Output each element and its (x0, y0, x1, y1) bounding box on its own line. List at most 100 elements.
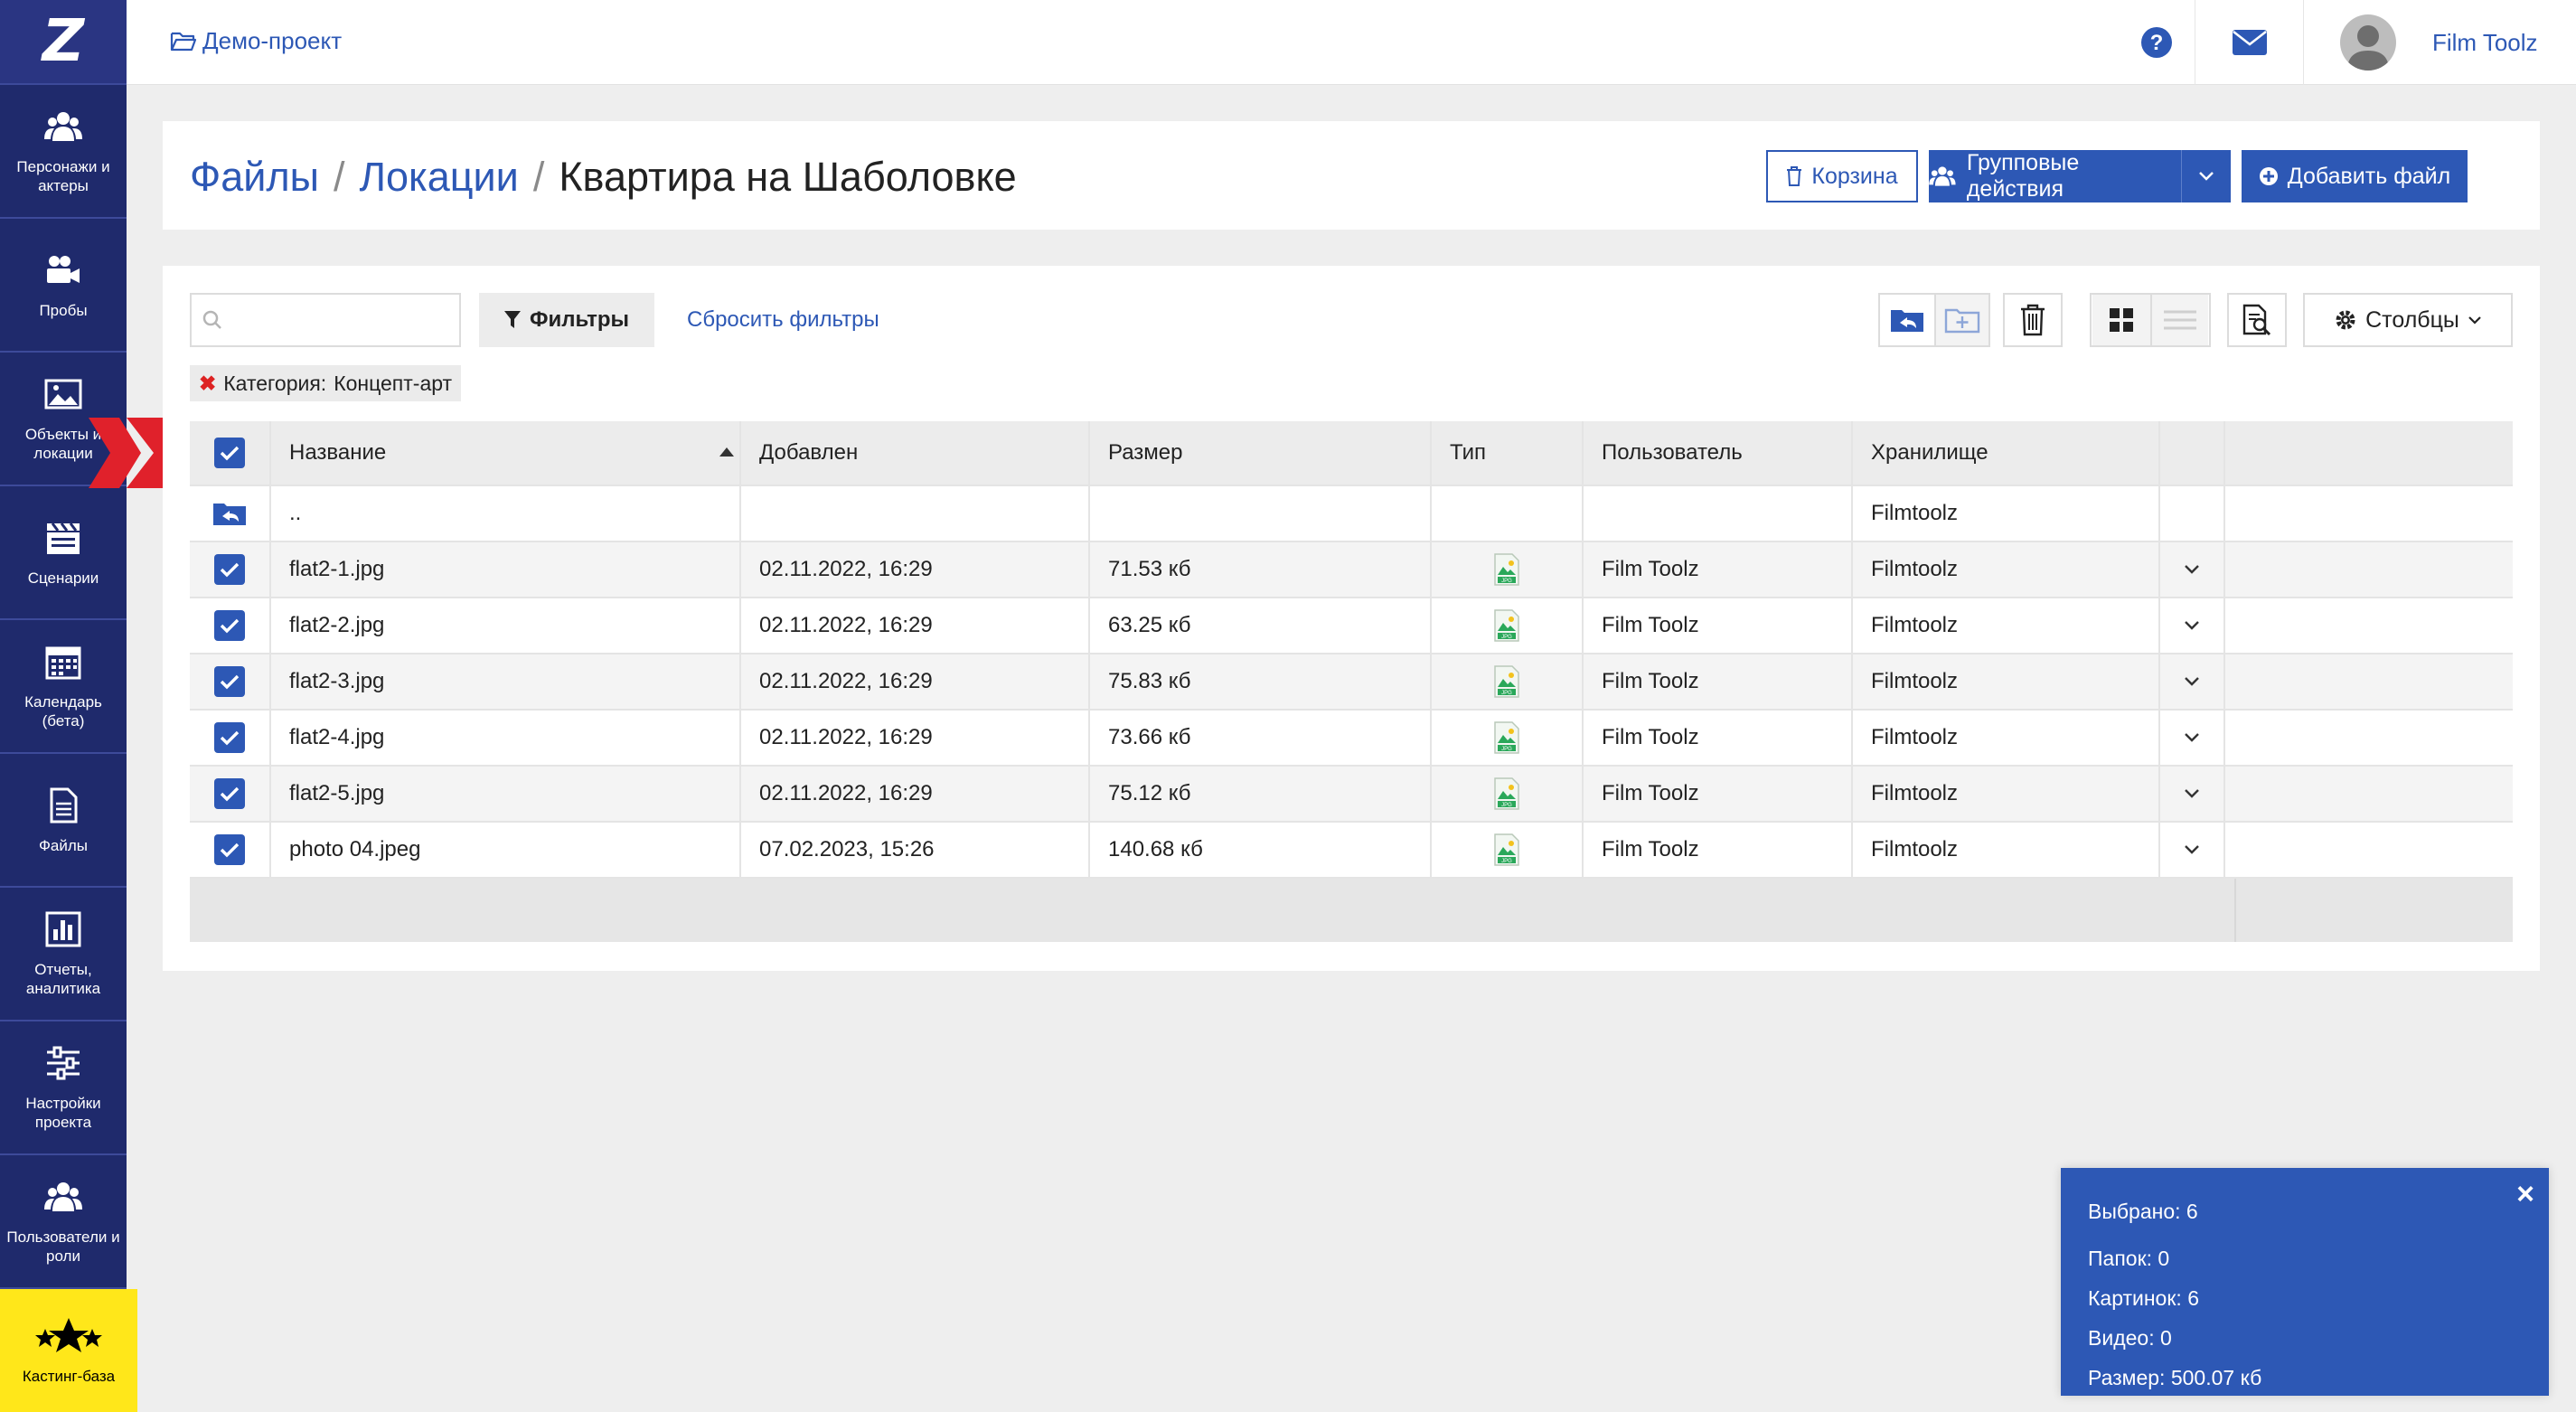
close-icon[interactable]: × (2516, 1177, 2534, 1212)
list-view-button[interactable] (2150, 295, 2208, 345)
row-size: 75.83 кб (1090, 654, 1432, 709)
chevron-down-icon (2185, 677, 2199, 686)
folder-plus-icon (1944, 308, 1980, 334)
row-checkbox[interactable] (214, 834, 245, 865)
sidebar-item-scripts[interactable]: Сценарии (0, 486, 127, 620)
table-row[interactable]: flat2-2.jpg 02.11.2022, 16:29 63.25 кб J… (190, 598, 2513, 654)
add-file-button[interactable]: Добавить файл (2242, 150, 2468, 202)
row-menu-button[interactable] (2160, 654, 2225, 709)
column-header-name[interactable]: Название (271, 421, 741, 485)
column-header-spacer (2225, 421, 2513, 485)
filter-chip-value: Концепт-арт (334, 371, 453, 395)
row-storage: Filmtoolz (1853, 542, 2160, 597)
search-box[interactable] (190, 293, 461, 347)
new-folder-button[interactable] (1933, 295, 1988, 345)
row-spacer (2225, 598, 2513, 653)
column-header-added[interactable]: Добавлен (741, 421, 1090, 485)
check-icon (220, 786, 240, 802)
sidebar-item-users[interactable]: Пользователи и роли (0, 1155, 127, 1289)
sidebar-item-calendar[interactable]: Календарь (бета) (0, 620, 127, 754)
view-toggle (2090, 293, 2211, 347)
row-name[interactable]: flat2-2.jpg (271, 598, 741, 653)
row-name[interactable]: flat2-3.jpg (271, 654, 741, 709)
remove-filter-icon[interactable]: ✖ (199, 372, 216, 396)
sidebar-item-files[interactable]: Файлы (0, 754, 127, 888)
project-link[interactable]: Демо-проект (170, 27, 342, 55)
preview-button[interactable] (2227, 293, 2287, 347)
table-row[interactable]: photo 04.jpeg 07.02.2023, 15:26 140.68 к… (190, 823, 2513, 879)
folder-tools (1878, 293, 1990, 347)
row-menu-button[interactable] (2160, 542, 2225, 597)
row-type: JPG (1432, 542, 1584, 597)
row-name[interactable]: flat2-5.jpg (271, 767, 741, 821)
camera-icon (47, 255, 80, 283)
group-actions-main[interactable]: Групповые действия (1929, 150, 2182, 202)
columns-button[interactable]: Столбцы (2303, 293, 2513, 347)
sidebar-item-settings[interactable]: Настройки проекта (0, 1021, 127, 1155)
row-checkbox[interactable] (214, 666, 245, 697)
filters-button[interactable]: Фильтры (479, 293, 654, 347)
app-logo[interactable]: Z (0, 0, 127, 85)
messages-button[interactable] (2195, 0, 2303, 85)
row-menu-button[interactable] (2160, 598, 2225, 653)
delete-button[interactable] (2003, 293, 2063, 347)
check-icon (220, 674, 240, 690)
folder-up-button[interactable] (1880, 295, 1934, 345)
column-header-label: Тип (1450, 440, 1487, 465)
row-menu-button[interactable] (2160, 767, 2225, 821)
table-row[interactable]: flat2-4.jpg 02.11.2022, 16:29 73.66 кб J… (190, 711, 2513, 767)
row-type: JPG (1432, 598, 1584, 653)
sidebar-item-reports[interactable]: Отчеты, аналитика (0, 888, 127, 1021)
svg-text:JPG: JPG (1501, 635, 1512, 640)
trash-button[interactable]: Корзина (1766, 150, 1918, 202)
row-checkbox[interactable] (214, 610, 245, 641)
row-name[interactable]: photo 04.jpeg (271, 823, 741, 877)
table-row[interactable]: flat2-5.jpg 02.11.2022, 16:29 75.12 кб J… (190, 767, 2513, 823)
row-checkbox-cell (190, 711, 271, 765)
table-row[interactable]: flat2-1.jpg 02.11.2022, 16:29 71.53 кб J… (190, 542, 2513, 598)
row-menu-button[interactable] (2160, 823, 2225, 877)
row-name[interactable]: flat2-4.jpg (271, 711, 741, 765)
reset-filters-link[interactable]: Сбросить фильтры (687, 307, 879, 333)
folder-up-icon[interactable] (212, 500, 248, 527)
table-row[interactable]: flat2-3.jpg 02.11.2022, 16:29 75.83 кб J… (190, 654, 2513, 711)
sidebar-item-label: Кастинг-база (22, 1367, 116, 1385)
sidebar-item-characters[interactable]: Персонажи и актеры (0, 85, 127, 219)
grid-view-button[interactable] (2092, 295, 2150, 345)
row-name[interactable]: .. (271, 486, 741, 541)
check-icon (220, 562, 240, 578)
column-header-user[interactable]: Пользователь (1584, 421, 1853, 485)
row-checkbox[interactable] (214, 778, 245, 809)
table-row-parent[interactable]: .. Filmtoolz (190, 486, 2513, 542)
image-icon (44, 379, 82, 409)
row-size (1090, 486, 1432, 541)
selection-summary: × Выбрано: 6 Папок: 0 Картинок: 6 Видео:… (2061, 1168, 2549, 1396)
row-checkbox[interactable] (214, 554, 245, 585)
row-name[interactable]: flat2-1.jpg (271, 542, 741, 597)
breadcrumb: Файлы / Локации / Квартира на Шаболовке (190, 154, 1017, 201)
search-input[interactable] (231, 307, 448, 333)
row-menu-button[interactable] (2160, 711, 2225, 765)
group-actions-dropdown[interactable] (2182, 150, 2231, 202)
column-header-size[interactable]: Размер (1090, 421, 1432, 485)
grid-icon (2110, 308, 2133, 332)
breadcrumb-locations[interactable]: Локации (360, 154, 519, 201)
row-type: JPG (1432, 823, 1584, 877)
selected-count: Выбрано: 6 (2088, 1200, 2198, 1223)
group-actions-button[interactable]: Групповые действия (1929, 150, 2231, 202)
row-checkbox[interactable] (214, 722, 245, 753)
select-all-checkbox[interactable] (214, 438, 245, 468)
row-type (1432, 486, 1584, 541)
svg-text:?: ? (2150, 31, 2164, 55)
breadcrumb-files[interactable]: Файлы (190, 154, 319, 201)
row-user (1584, 486, 1853, 541)
column-header-label: Название (289, 440, 387, 465)
check-icon (220, 730, 240, 746)
column-header-type[interactable]: Тип (1432, 421, 1584, 485)
sidebar-item-casting[interactable]: Кастинг-база (0, 1289, 137, 1412)
files-panel: Фильтры Сбросить фильтры ✖ Категория: Ко… (163, 266, 2540, 971)
envelope-icon (2232, 30, 2267, 55)
sidebar-item-auditions[interactable]: Пробы (0, 219, 127, 353)
column-header-storage[interactable]: Хранилище (1853, 421, 2160, 485)
user-menu[interactable]: Film Toolz (2303, 0, 2576, 85)
